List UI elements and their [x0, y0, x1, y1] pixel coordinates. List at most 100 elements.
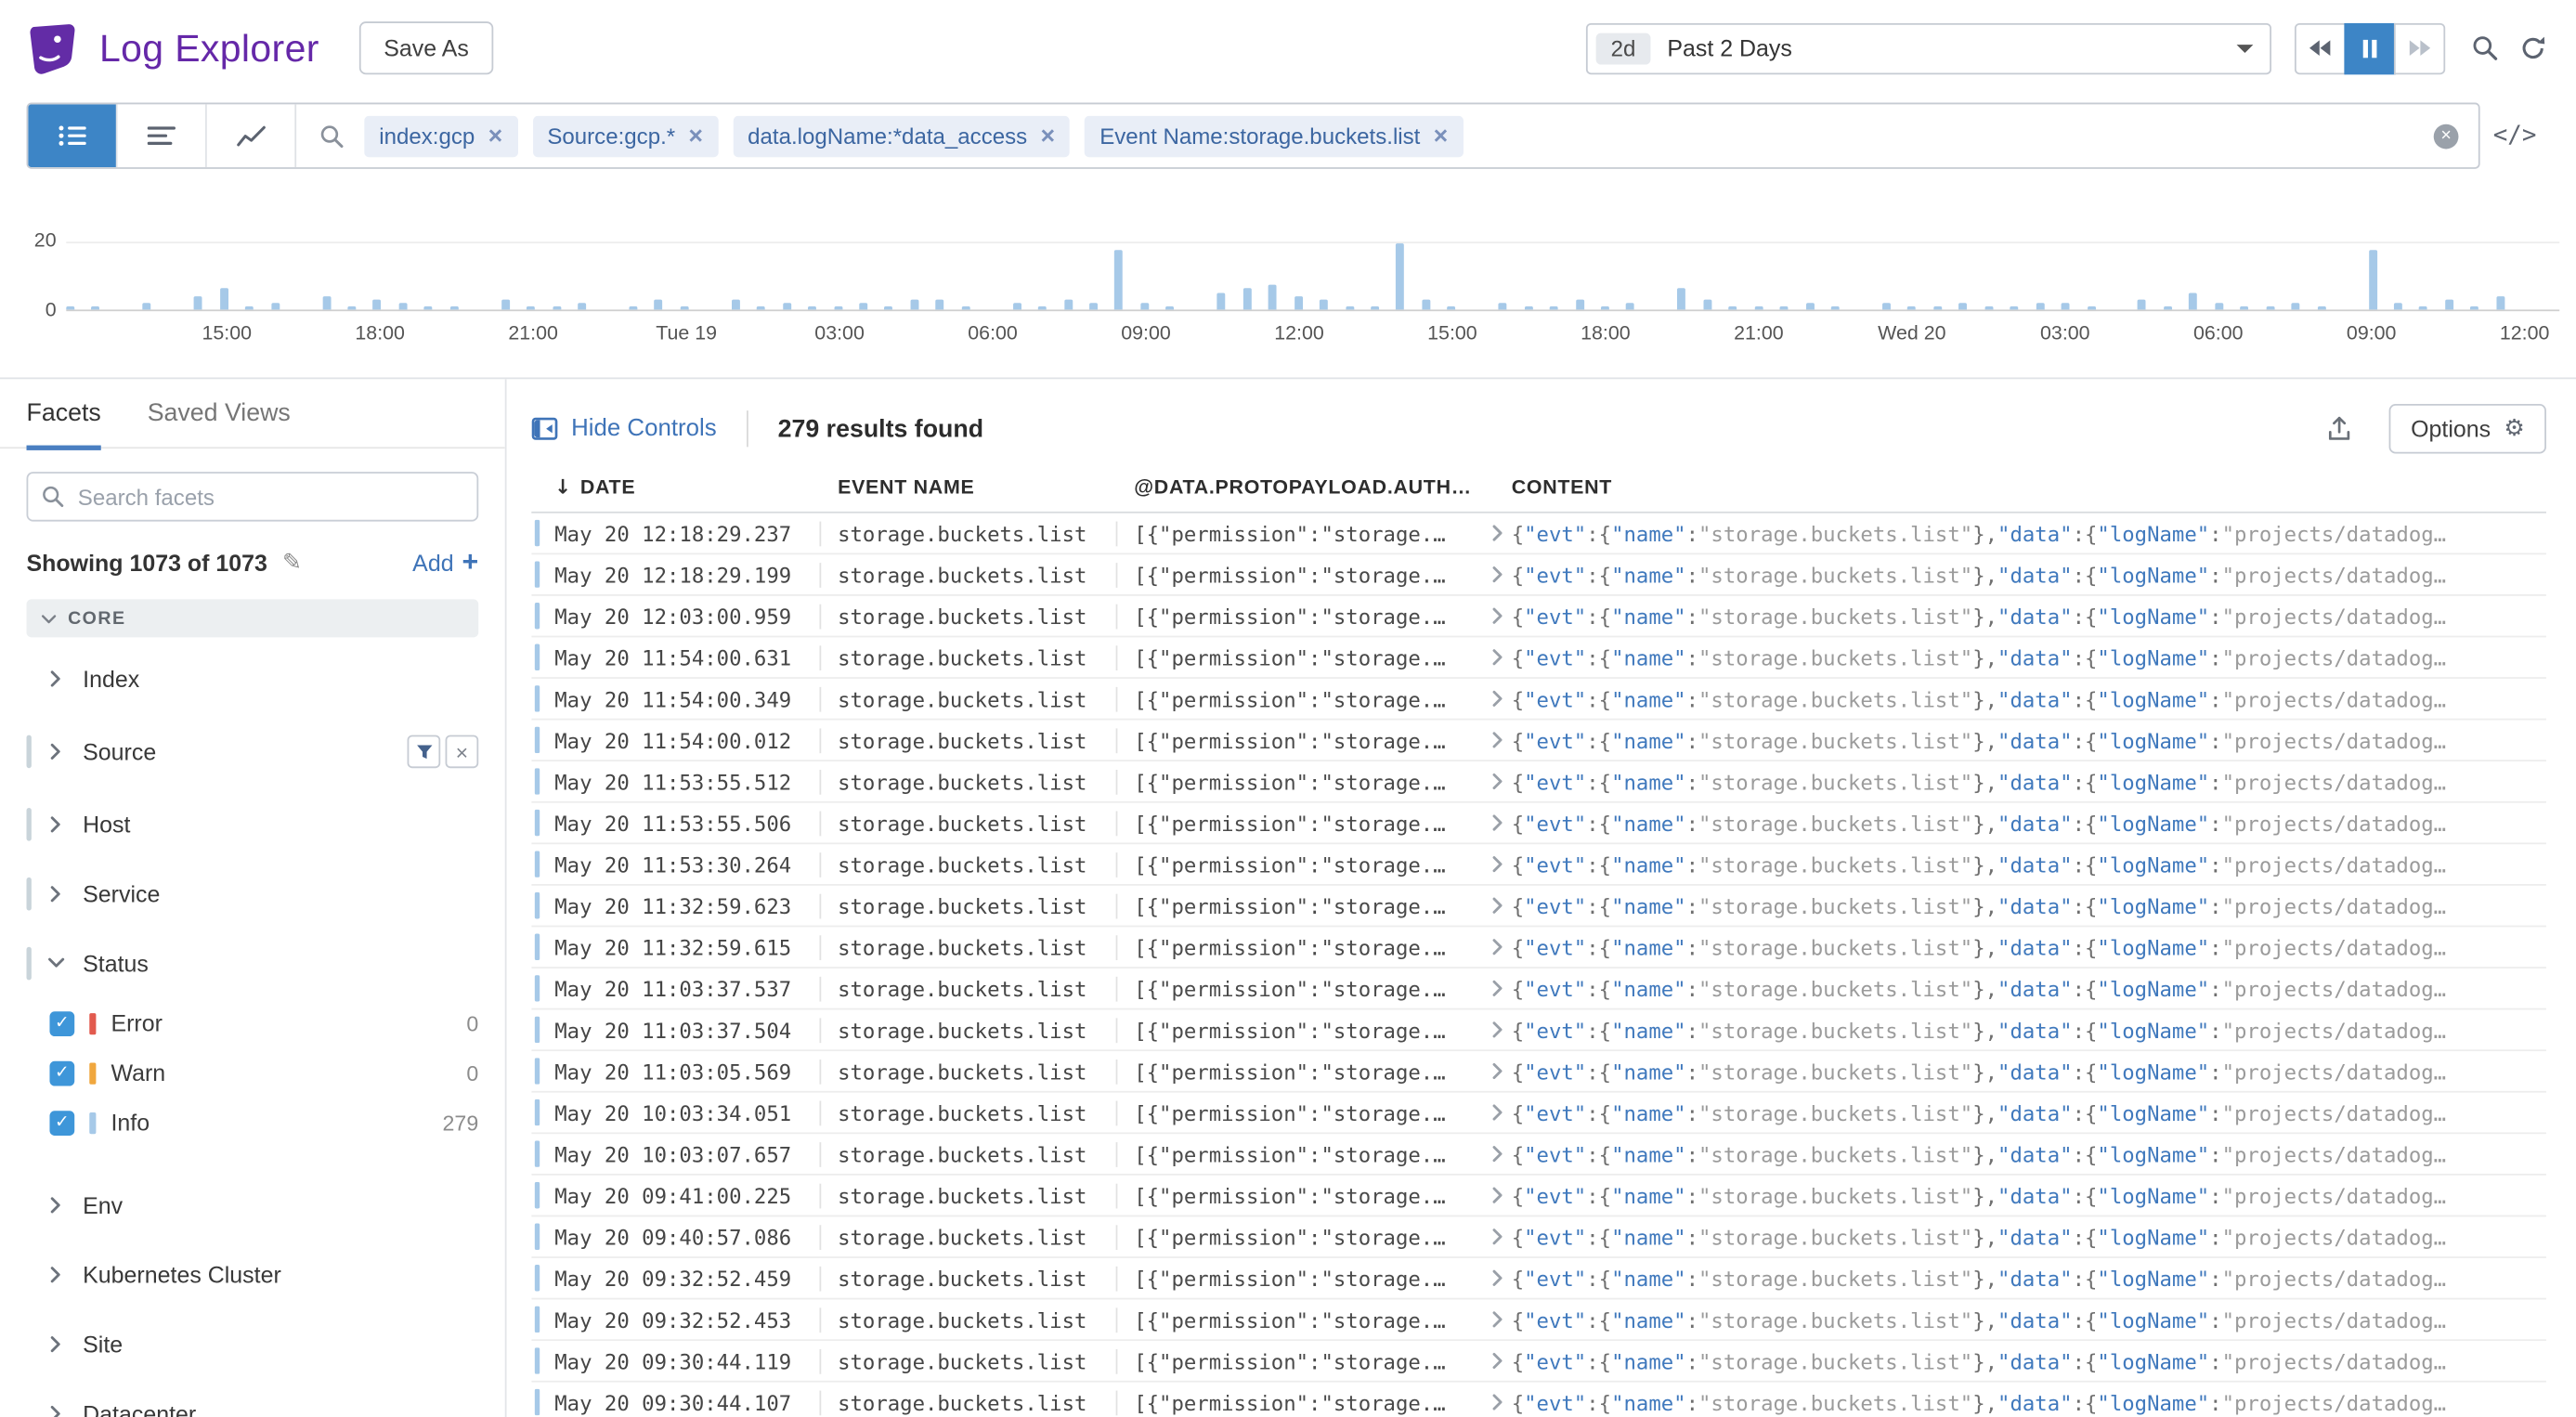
- histogram-bar[interactable]: [1217, 292, 1226, 310]
- table-row[interactable]: May 20 12:18:29.199storage.buckets.list[…: [531, 554, 2546, 596]
- histogram-bar[interactable]: [1703, 299, 1711, 309]
- histogram-bar[interactable]: [1678, 289, 1686, 309]
- table-row[interactable]: May 20 11:53:55.512storage.buckets.list[…: [531, 761, 2546, 803]
- table-row[interactable]: May 20 09:32:52.453storage.buckets.list[…: [531, 1299, 2546, 1341]
- histogram-bar[interactable]: [629, 306, 637, 310]
- refresh-button[interactable]: [2519, 34, 2546, 61]
- histogram-bar[interactable]: [322, 295, 331, 309]
- histogram-bar[interactable]: [1882, 303, 1891, 309]
- histogram-bar[interactable]: [2215, 303, 2223, 309]
- search-box[interactable]: index:gcp×Source:gcp.*×data.logName:*dat…: [27, 103, 2480, 169]
- histogram-bar[interactable]: [1984, 306, 1993, 310]
- histogram-bar[interactable]: [1499, 303, 1507, 309]
- code-view-toggle[interactable]: </>: [2480, 103, 2550, 169]
- export-button[interactable]: [2326, 415, 2353, 442]
- facet-item-host[interactable]: Host: [0, 789, 505, 859]
- options-button[interactable]: Options ⚙: [2389, 404, 2546, 453]
- expand-chevron-icon[interactable]: [1485, 649, 1512, 666]
- expand-chevron-icon[interactable]: [1485, 1394, 1512, 1410]
- histogram-bar[interactable]: [731, 299, 739, 309]
- histogram-bar[interactable]: [936, 299, 944, 309]
- table-row[interactable]: May 20 11:03:37.504storage.buckets.list[…: [531, 1010, 2546, 1052]
- histogram-bar[interactable]: [2317, 306, 2325, 310]
- histogram-bar[interactable]: [271, 303, 280, 309]
- histogram-bar[interactable]: [1448, 306, 1456, 310]
- histogram-bar[interactable]: [2138, 299, 2146, 309]
- column-header-auth[interactable]: @DATA.PROTOPAYLOAD.AUTH…: [1116, 475, 1486, 499]
- histogram-bar[interactable]: [220, 289, 228, 309]
- remove-filter-icon[interactable]: ×: [1434, 124, 1449, 149]
- histogram-bar[interactable]: [2036, 303, 2044, 309]
- facet-item-index[interactable]: Index: [0, 644, 505, 714]
- rewind-button[interactable]: [2295, 22, 2346, 73]
- histogram-bar[interactable]: [1294, 295, 1302, 309]
- expand-chevron-icon[interactable]: [1485, 525, 1512, 541]
- expand-chevron-icon[interactable]: [1485, 939, 1512, 956]
- histogram-bar[interactable]: [1140, 303, 1149, 309]
- chevron-right-icon[interactable]: [49, 886, 66, 903]
- save-as-button[interactable]: Save As: [359, 21, 494, 74]
- table-row[interactable]: May 20 11:54:00.349storage.buckets.list[…: [531, 679, 2546, 721]
- facet-group-core[interactable]: CORE: [27, 599, 479, 637]
- edit-pencil-icon[interactable]: ✎: [282, 549, 302, 576]
- table-row[interactable]: May 20 09:32:52.459storage.buckets.list[…: [531, 1258, 2546, 1300]
- histogram-bar[interactable]: [578, 303, 586, 309]
- pause-button[interactable]: [2344, 22, 2395, 73]
- expand-chevron-icon[interactable]: [1485, 1269, 1512, 1286]
- expand-chevron-icon[interactable]: [1485, 1146, 1512, 1163]
- table-row[interactable]: May 20 11:32:59.615storage.buckets.list[…: [531, 927, 2546, 968]
- chevron-right-icon[interactable]: [49, 1267, 66, 1283]
- table-row[interactable]: May 20 11:03:05.569storage.buckets.list[…: [531, 1051, 2546, 1093]
- tab-saved-views[interactable]: Saved Views: [148, 399, 291, 448]
- list-view-button[interactable]: [28, 104, 117, 167]
- histogram-bar[interactable]: [1346, 306, 1354, 310]
- histogram-bar[interactable]: [1831, 306, 1840, 310]
- remove-filter-icon[interactable]: ×: [1040, 124, 1055, 149]
- histogram-bar[interactable]: [2292, 303, 2300, 309]
- histogram-bar[interactable]: [553, 306, 561, 310]
- histogram-bar[interactable]: [398, 303, 407, 309]
- histogram-bar[interactable]: [961, 306, 969, 310]
- histogram-bar[interactable]: [680, 306, 688, 310]
- expand-chevron-icon[interactable]: [1485, 774, 1512, 790]
- fast-forward-button[interactable]: [2394, 22, 2445, 73]
- histogram-bar[interactable]: [527, 306, 535, 310]
- histogram-bar[interactable]: [373, 299, 382, 309]
- chevron-right-icon[interactable]: [49, 816, 66, 833]
- histogram-bar[interactable]: [1242, 289, 1251, 309]
- column-header-event-name[interactable]: EVENT NAME: [819, 475, 1115, 499]
- zoom-graph-button[interactable]: [2472, 34, 2499, 61]
- table-row[interactable]: May 20 11:53:30.264storage.buckets.list[…: [531, 844, 2546, 886]
- histogram-bar[interactable]: [1575, 299, 1583, 309]
- histogram-bar[interactable]: [1550, 306, 1558, 310]
- histogram-bar[interactable]: [808, 306, 816, 310]
- histogram-bar[interactable]: [143, 303, 151, 309]
- remove-filter-icon[interactable]: ×: [688, 124, 703, 149]
- table-row[interactable]: May 20 11:54:00.631storage.buckets.list[…: [531, 637, 2546, 679]
- filter-pill[interactable]: data.logName:*data_access×: [733, 115, 1070, 157]
- table-row[interactable]: May 20 11:03:37.537storage.buckets.list[…: [531, 968, 2546, 1010]
- checkbox-checked-icon[interactable]: ✓: [49, 1110, 74, 1135]
- histogram-bar[interactable]: [2087, 306, 2095, 310]
- facet-item-site[interactable]: Site: [0, 1309, 505, 1379]
- status-value-info[interactable]: ✓Info279: [0, 1098, 505, 1147]
- histogram-bar[interactable]: [424, 306, 433, 310]
- expand-chevron-icon[interactable]: [1485, 1021, 1512, 1038]
- histogram-bar[interactable]: [1166, 306, 1175, 310]
- filter-pill[interactable]: index:gcp×: [364, 115, 517, 157]
- clear-query-icon[interactable]: ×: [2434, 124, 2459, 149]
- table-row[interactable]: May 20 12:03:00.959storage.buckets.list[…: [531, 596, 2546, 638]
- table-row[interactable]: May 20 12:18:29.237storage.buckets.list[…: [531, 514, 2546, 555]
- histogram-bar[interactable]: [1907, 306, 1916, 310]
- histogram-bar[interactable]: [1601, 306, 1609, 310]
- expand-chevron-icon[interactable]: [1485, 732, 1512, 748]
- facet-item-kubernetes-cluster[interactable]: Kubernetes Cluster: [0, 1240, 505, 1309]
- table-row[interactable]: May 20 09:30:44.119storage.buckets.list[…: [531, 1341, 2546, 1383]
- histogram-bar[interactable]: [783, 303, 791, 309]
- histogram-bar[interactable]: [92, 306, 100, 310]
- histogram-bar[interactable]: [859, 303, 867, 309]
- checkbox-checked-icon[interactable]: ✓: [49, 1010, 74, 1035]
- histogram-bar[interactable]: [1115, 251, 1124, 310]
- histogram-bar[interactable]: [1038, 306, 1047, 310]
- histogram-bar[interactable]: [1064, 299, 1073, 309]
